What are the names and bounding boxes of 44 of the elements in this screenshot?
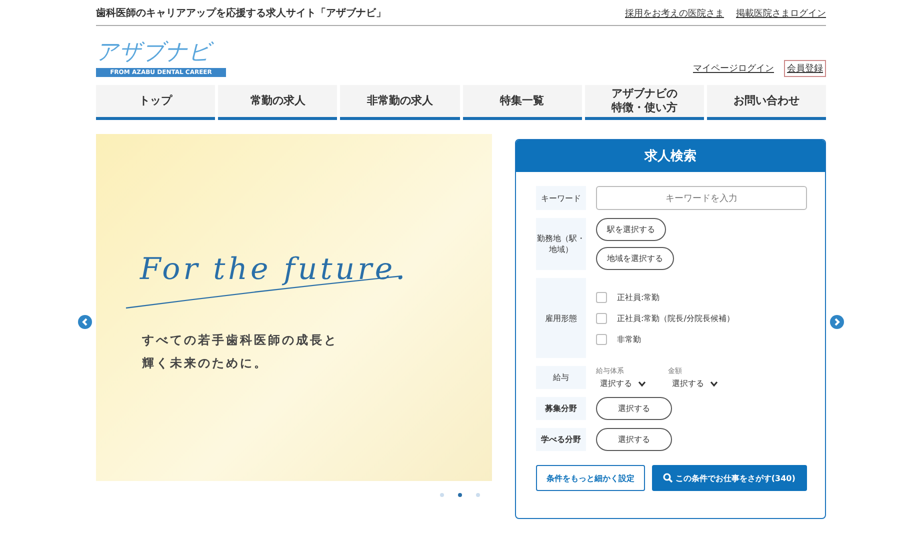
header-link[interactable]: 掲載医院さまログイン (736, 6, 826, 20)
nav-item[interactable]: お問い合わせ (706, 85, 826, 120)
checkbox[interactable] (596, 312, 607, 324)
site-tagline: 歯科医師のキャリアアップを応援する求人サイト「アザブナビ」 (96, 6, 386, 20)
register-link[interactable]: 会員登録 (784, 60, 826, 77)
next-slide-icon[interactable] (830, 315, 844, 329)
nav-item[interactable]: 特集一覧 (462, 85, 582, 120)
select-button[interactable]: 選択する (596, 428, 672, 451)
search-submit-button[interactable]: この条件でお仕事をさがす(340) (652, 465, 807, 491)
select-button[interactable]: 駅を選択する (596, 218, 666, 241)
salary-select[interactable]: 選択する (668, 378, 718, 389)
checkbox[interactable] (596, 334, 607, 344)
hero-text: 輝く未来のために。 (142, 355, 269, 372)
header-link[interactable]: 採用をお考えの医院さま (625, 6, 724, 20)
previous-slide-icon[interactable] (78, 315, 92, 329)
checkbox-label: 非常勤 (617, 334, 641, 344)
field-label: 給与 (536, 366, 586, 389)
nav-item[interactable]: 常勤の求人 (218, 85, 338, 120)
field-label: 募集分野 (536, 397, 586, 420)
slide-dot[interactable] (458, 493, 462, 497)
keyword-field[interactable]: キーワードを入力 (596, 186, 807, 210)
checkbox-label: 正社員:常勤 (617, 292, 660, 302)
detail-settings-button[interactable]: 条件をもっと細かく設定 (536, 465, 645, 491)
hero-script-title: For the future. (140, 252, 408, 287)
field-label: キーワード (536, 186, 586, 210)
slide-dot[interactable] (476, 493, 480, 497)
search-icon (663, 473, 674, 483)
checkbox-label: 正社員:常勤（院長/分院長候補） (617, 312, 734, 324)
field-label: 雇用形態 (536, 278, 586, 358)
checkbox[interactable] (596, 292, 607, 302)
select-button[interactable]: 選択する (596, 397, 672, 420)
hero-text: すべての若手歯科医師の成長と (142, 332, 338, 349)
chevron-down-icon (710, 380, 718, 386)
panel-title: 求人検索 (516, 140, 825, 172)
slide-dot[interactable] (440, 493, 444, 497)
chevron-down-icon (638, 380, 646, 386)
nav-item[interactable]: トップ (96, 85, 216, 120)
nav-item[interactable]: 非常勤の求人 (340, 85, 460, 120)
field-label: 学べる分野 (536, 428, 586, 451)
salary-select[interactable]: 選択する (596, 378, 646, 389)
login-link[interactable]: マイページログイン (693, 62, 774, 75)
field-label: 勤務地（駅・地域） (536, 218, 586, 270)
select-button[interactable]: 地域を選択する (596, 247, 674, 270)
nav-item[interactable]: アザブナビの 特徴・使い方 (584, 85, 704, 120)
